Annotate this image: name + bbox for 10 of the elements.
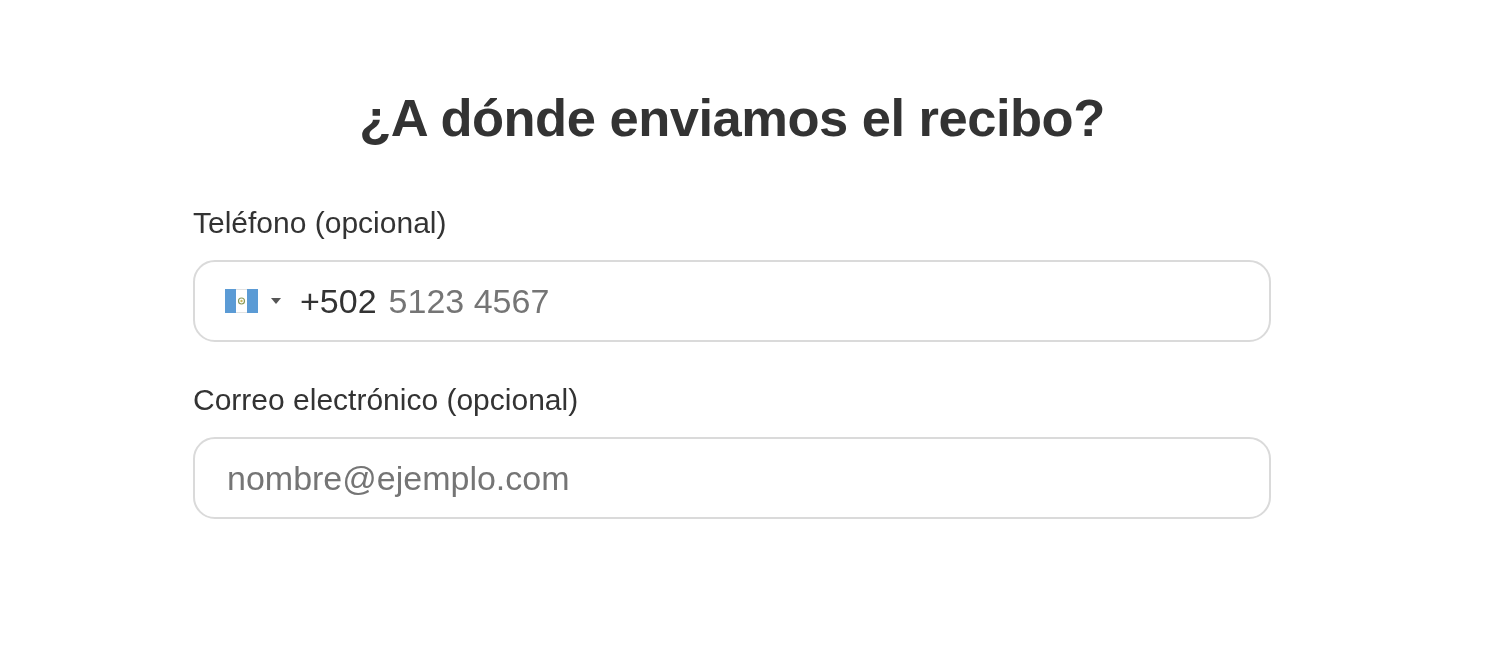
field-label: Teléfono (opcional): [193, 205, 447, 241]
email-field[interactable]: nombre@ejemplo.com: [193, 437, 1271, 519]
caret-icon: [271, 298, 281, 304]
phone-field[interactable]: +502 5123 4567: [193, 260, 1271, 342]
country-code: +502: [300, 281, 377, 321]
flag-icon: [225, 289, 258, 313]
page-heading: ¿A dónde enviamos el recibo?: [358, 87, 1106, 149]
country-selector[interactable]: [225, 289, 281, 313]
field-label: Correo electrónico (opcional): [193, 382, 579, 418]
phone-number-input[interactable]: 5123 4567: [388, 281, 1269, 321]
